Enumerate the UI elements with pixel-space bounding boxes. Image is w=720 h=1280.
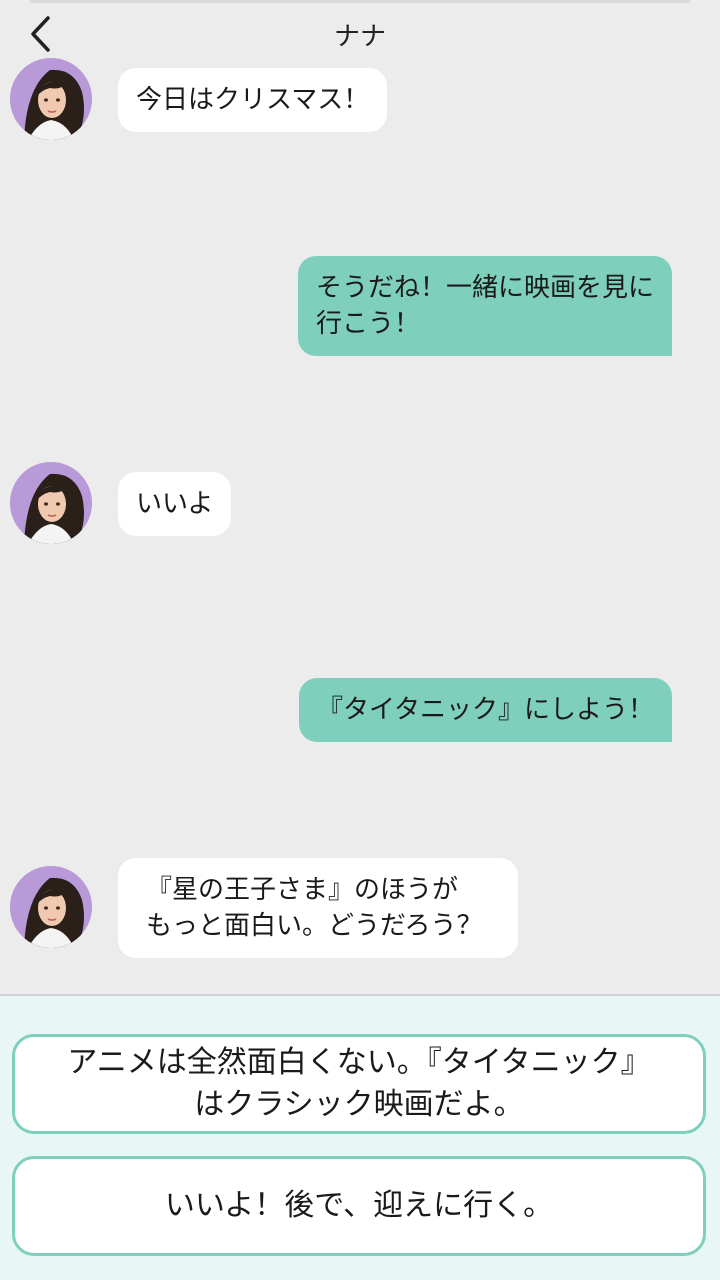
contact-name: ナナ: [333, 22, 386, 52]
contact-avatar: [10, 462, 92, 544]
reply-option-1[interactable]: アニメは全然面白くない。『タイタニック』 はクラシック映画だよ。: [12, 1034, 706, 1134]
chat-header: ナナ: [0, 0, 720, 62]
reply-option-2[interactable]: いいよ！後で、迎えに行く。: [12, 1156, 706, 1256]
contact-avatar: [10, 58, 92, 140]
incoming-message-bubble: いいよ: [118, 472, 232, 536]
outgoing-message-bubble: 『タイタニック』にしよう！: [299, 678, 672, 742]
reply-options-panel: アニメは全然面白くない。『タイタニック』 はクラシック映画だよ。 いいよ！後で、…: [0, 994, 720, 1280]
outgoing-message-bubble: そうだね！一緒に映画を見に 行こう！: [297, 256, 672, 356]
contact-avatar: [10, 866, 92, 948]
incoming-message-bubble: 今日はクリスマス！: [118, 68, 388, 132]
incoming-message-bubble: 『星の王子さま』のほうが もっと面白い。どうだろう？: [118, 858, 519, 958]
